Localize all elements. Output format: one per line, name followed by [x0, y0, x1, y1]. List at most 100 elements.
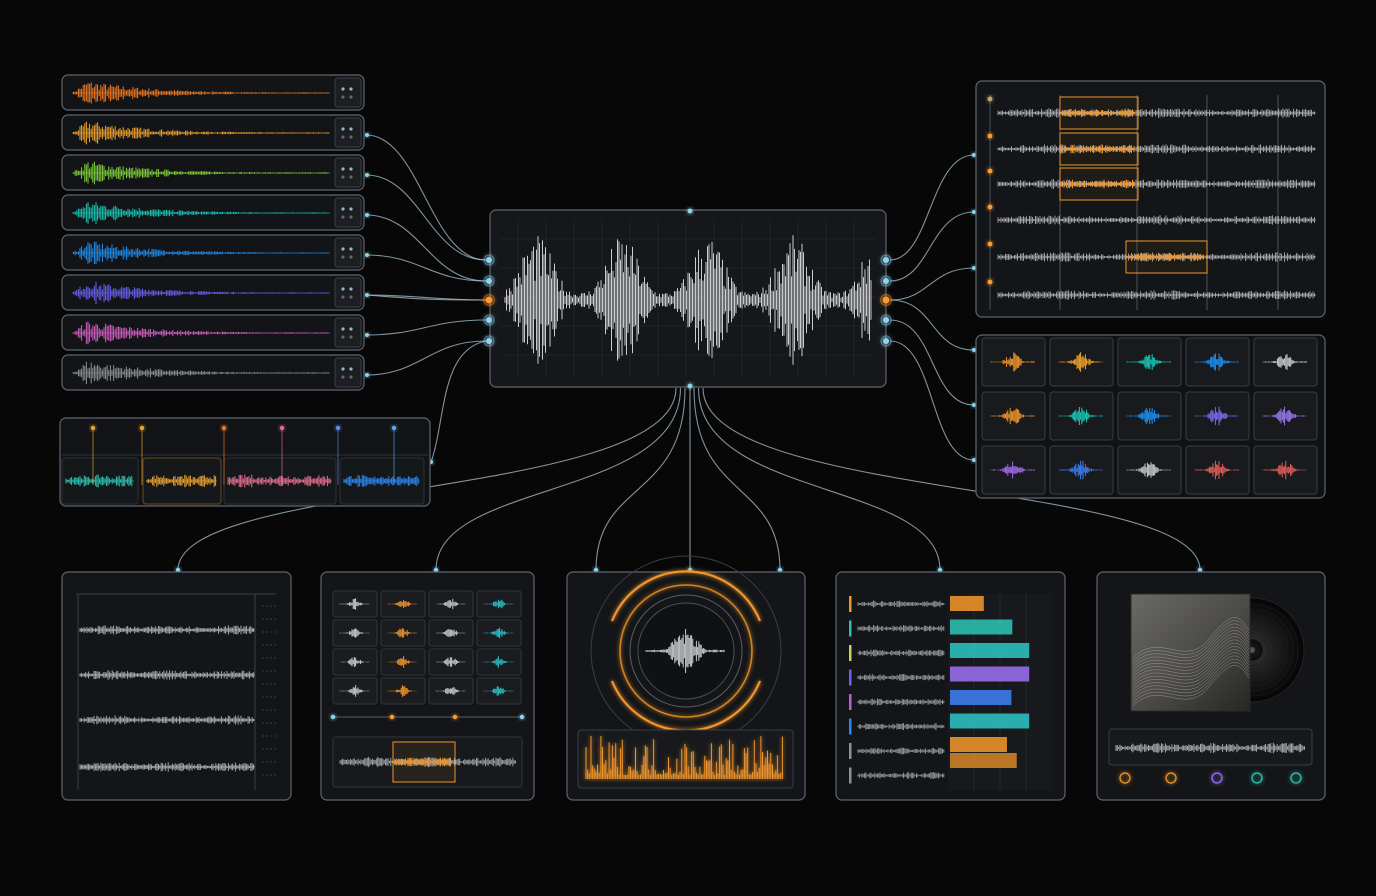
level-bar[interactable]: [950, 737, 1007, 752]
stem-output-dot[interactable]: [365, 253, 369, 257]
stem-track-row[interactable]: [61, 154, 365, 191]
stem-control-dot[interactable]: [341, 95, 345, 99]
sequencer-pad[interactable]: [428, 677, 474, 705]
sequencer-pad[interactable]: [476, 677, 522, 705]
stem-control-dot[interactable]: [349, 327, 353, 331]
stem-control-dot[interactable]: [349, 127, 353, 131]
clip-marker-dot[interactable]: [139, 425, 145, 431]
sample-pad[interactable]: [1185, 337, 1250, 387]
stem-control-dot[interactable]: [349, 375, 353, 379]
stem-control-dot[interactable]: [349, 287, 353, 291]
channel-tag[interactable]: [849, 620, 852, 637]
channel-tag[interactable]: [849, 767, 852, 784]
stem-track-row[interactable]: [61, 234, 365, 271]
level-bar[interactable]: [950, 753, 1017, 768]
stem-control-dot[interactable]: [341, 127, 345, 131]
sample-pad[interactable]: [1117, 391, 1182, 441]
stem-control-dot[interactable]: [349, 247, 353, 251]
sequencer-pad[interactable]: [476, 619, 522, 647]
sequencer-pad[interactable]: [380, 590, 426, 618]
stem-control-dot[interactable]: [349, 207, 353, 211]
scrub-handle[interactable]: [452, 714, 458, 720]
sequencer-pad[interactable]: [476, 590, 522, 618]
channel-tag[interactable]: [849, 596, 852, 612]
sequencer-pad[interactable]: [332, 619, 378, 647]
lane-marker[interactable]: [987, 204, 993, 210]
lane-marker[interactable]: [987, 168, 993, 174]
stem-control-dot[interactable]: [349, 95, 353, 99]
sample-pad[interactable]: [1049, 337, 1114, 387]
stem-control-dot[interactable]: [341, 215, 345, 219]
sample-pad[interactable]: [1185, 445, 1250, 495]
channel-tag[interactable]: [849, 743, 852, 759]
sample-pad[interactable]: [1117, 337, 1182, 387]
sequencer-pad[interactable]: [428, 619, 474, 647]
stem-control-dot[interactable]: [341, 295, 345, 299]
channel-tag[interactable]: [849, 669, 852, 686]
sample-pad[interactable]: [1253, 337, 1318, 387]
stem-track-row[interactable]: [61, 194, 365, 231]
stem-controls[interactable]: [334, 117, 362, 148]
sequencer-pad[interactable]: [380, 677, 426, 705]
sample-pad[interactable]: [1253, 445, 1318, 495]
stem-track-row[interactable]: [61, 74, 365, 111]
stem-control-dot[interactable]: [349, 167, 353, 171]
stem-track-row[interactable]: [61, 314, 365, 351]
stem-control-dot[interactable]: [349, 215, 353, 219]
sample-pad[interactable]: [1253, 391, 1318, 441]
stem-control-dot[interactable]: [341, 255, 345, 259]
stem-control-dot[interactable]: [349, 335, 353, 339]
sample-pad[interactable]: [1049, 391, 1114, 441]
stem-control-dot[interactable]: [341, 167, 345, 171]
clip-marker-dot[interactable]: [90, 425, 96, 431]
stem-control-dot[interactable]: [341, 327, 345, 331]
clip-marker-dot[interactable]: [279, 425, 285, 431]
sample-pad[interactable]: [1117, 445, 1182, 495]
scrub-handle[interactable]: [389, 714, 395, 720]
stem-output-dot[interactable]: [365, 213, 369, 217]
stem-track-row[interactable]: [61, 114, 365, 151]
sequencer-pad[interactable]: [332, 648, 378, 676]
sequencer-pad[interactable]: [428, 590, 474, 618]
lane-marker[interactable]: [987, 96, 993, 102]
channel-tag[interactable]: [849, 645, 852, 661]
lane-marker[interactable]: [987, 241, 993, 247]
stem-controls[interactable]: [334, 237, 362, 268]
stem-control-dot[interactable]: [349, 367, 353, 371]
sequencer-pad[interactable]: [380, 619, 426, 647]
clip-blue[interactable]: [339, 457, 425, 505]
stem-controls[interactable]: [334, 317, 362, 348]
stem-control-dot[interactable]: [341, 335, 345, 339]
stem-track-row[interactable]: [61, 274, 365, 311]
clip-marker-dot[interactable]: [221, 425, 227, 431]
lane-marker[interactable]: [987, 279, 993, 285]
clip-marker-dot[interactable]: [391, 425, 397, 431]
stem-output-dot[interactable]: [365, 133, 369, 137]
stem-control-dot[interactable]: [341, 375, 345, 379]
stem-controls[interactable]: [334, 197, 362, 228]
clip-amber[interactable]: [142, 457, 222, 505]
clip-teal[interactable]: [61, 457, 139, 505]
stem-output-dot[interactable]: [365, 333, 369, 337]
sequencer-pad[interactable]: [332, 677, 378, 705]
channel-tag[interactable]: [849, 694, 852, 710]
sample-pad[interactable]: [981, 391, 1046, 441]
sequencer-pad[interactable]: [428, 648, 474, 676]
channel-tag[interactable]: [849, 718, 852, 735]
stem-controls[interactable]: [334, 157, 362, 188]
level-bar[interactable]: [950, 643, 1030, 658]
sample-pad[interactable]: [981, 445, 1046, 495]
level-bar[interactable]: [950, 713, 1030, 729]
stem-control-dot[interactable]: [349, 295, 353, 299]
sequencer-pad[interactable]: [476, 648, 522, 676]
stem-control-dot[interactable]: [341, 175, 345, 179]
level-bar[interactable]: [950, 666, 1030, 682]
scrub-handle[interactable]: [330, 714, 336, 720]
clip-marker-dot[interactable]: [335, 425, 341, 431]
stem-control-dot[interactable]: [341, 247, 345, 251]
level-bar[interactable]: [950, 619, 1013, 635]
stem-control-dot[interactable]: [341, 287, 345, 291]
sequencer-pad[interactable]: [332, 590, 378, 618]
sequencer-pad[interactable]: [380, 648, 426, 676]
sample-pad[interactable]: [981, 337, 1046, 387]
